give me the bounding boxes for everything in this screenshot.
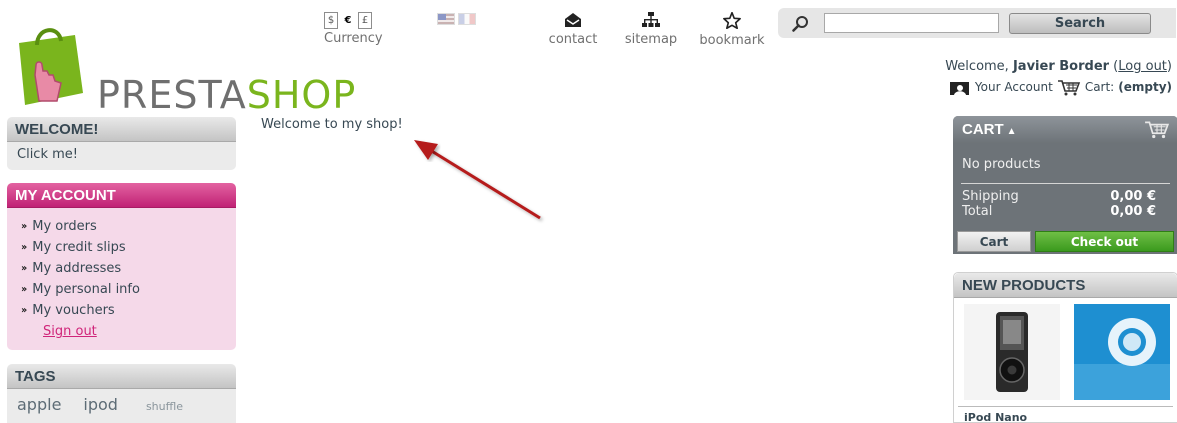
product-name[interactable]: iPod Nano (954, 407, 1177, 422)
double-chevron-icon: ›› (21, 284, 27, 295)
logo-wordmark: PRESTASHOP (97, 73, 357, 117)
flag-us-icon[interactable] (437, 13, 455, 25)
sitemap-label: sitemap (624, 32, 678, 47)
user-name: Javier Border (1012, 59, 1110, 74)
currency-euro[interactable]: € (341, 12, 355, 29)
my-account-block: MY ACCOUNT ›› My orders ›› My credit slips… (7, 183, 236, 350)
tag-link-apple[interactable]: apple (17, 395, 61, 414)
logout-link[interactable]: Log out (1118, 59, 1167, 74)
tag-link-ipod[interactable]: ipod (83, 395, 118, 414)
tags-block: TAGS apple ipod shuffle (7, 364, 236, 423)
double-chevron-icon: ›› (21, 242, 27, 253)
cart-summary-state: (empty) (1118, 80, 1172, 94)
annotation-arrow-icon (414, 140, 541, 220)
new-products-title[interactable]: NEW PRODUCTS (954, 273, 1177, 298)
user-info: Welcome, Javier Border (Log out) Your Ac… (945, 56, 1172, 98)
welcome-block-title: WELCOME! (7, 117, 236, 142)
search-icon (792, 16, 808, 32)
shipping-label: Shipping (962, 189, 1019, 204)
shop-logo[interactable]: PRESTASHOP (9, 25, 355, 117)
account-link-addresses[interactable]: ›› My addresses (21, 258, 222, 279)
checkout-button[interactable]: Check out (1035, 231, 1174, 252)
shopping-bag-logo-icon (19, 28, 83, 105)
new-products-block: NEW PRODUCTS iPod Nano (953, 272, 1177, 423)
contact-link[interactable]: contact (548, 12, 598, 47)
account-link-orders[interactable]: ›› My orders (21, 216, 222, 237)
welcome-text: Welcome, (945, 59, 1009, 74)
shipping-value: 0,00 € (1110, 189, 1156, 204)
cart-icon (1057, 79, 1080, 95)
currency-pound[interactable]: £ (358, 12, 372, 29)
currency-dollar[interactable]: $ (324, 12, 338, 29)
bookmark-label: bookmark (699, 33, 765, 48)
cart-empty-text: No products (962, 157, 1041, 172)
cart-summary-label[interactable]: Cart: (1085, 77, 1114, 98)
currency-label: Currency (324, 31, 383, 46)
sitemap-icon (642, 12, 660, 27)
double-chevron-icon: ›› (21, 263, 27, 274)
double-chevron-icon: ›› (21, 305, 27, 316)
cart-block: CART ▲ No products Shipping 0,00 € Total 0,… (953, 116, 1177, 254)
language-selector[interactable] (437, 13, 476, 25)
account-icon (949, 81, 969, 95)
ipod-shuffle-image (1074, 304, 1170, 400)
welcome-message: Welcome to my shop! (261, 117, 403, 132)
account-link-vouchers[interactable]: ›› My vouchers (21, 300, 222, 321)
total-label: Total (962, 204, 993, 219)
search-bar: Search (778, 8, 1176, 38)
total-value: 0,00 € (1110, 204, 1156, 219)
ipod-nano-image (996, 312, 1028, 392)
search-input[interactable] (824, 13, 999, 33)
cart-button[interactable]: Cart (957, 231, 1031, 252)
tag-link-shuffle[interactable]: shuffle (146, 400, 183, 413)
my-account-title[interactable]: MY ACCOUNT (7, 183, 236, 208)
cart-block-title[interactable]: CART ▲ (953, 116, 1177, 143)
search-button[interactable]: Search (1009, 13, 1151, 34)
star-icon (723, 12, 741, 29)
welcome-block: WELCOME! Click me! (7, 117, 236, 170)
tags-title: TAGS (7, 364, 236, 389)
envelope-icon (565, 13, 581, 27)
contact-label: contact (548, 32, 598, 47)
product-image-ipod-shuffle[interactable] (1074, 304, 1170, 400)
currency-selector[interactable]: $ € £ Currency (324, 12, 396, 46)
your-account-link[interactable]: Your Account (975, 77, 1053, 98)
bookmark-link[interactable]: bookmark (697, 12, 767, 48)
account-link-credit-slips[interactable]: ›› My credit slips (21, 237, 222, 258)
product-image-ipod-nano[interactable] (964, 304, 1060, 400)
account-link-personal-info[interactable]: ›› My personal info (21, 279, 222, 300)
sign-out-link[interactable]: Sign out (43, 321, 97, 342)
welcome-block-body[interactable]: Click me! (7, 142, 236, 170)
flag-fr-icon[interactable] (458, 13, 476, 25)
sitemap-link[interactable]: sitemap (623, 12, 679, 47)
double-chevron-icon: ›› (21, 221, 27, 232)
cart-icon (1145, 121, 1170, 139)
caret-up-icon[interactable]: ▲ (1007, 126, 1017, 137)
